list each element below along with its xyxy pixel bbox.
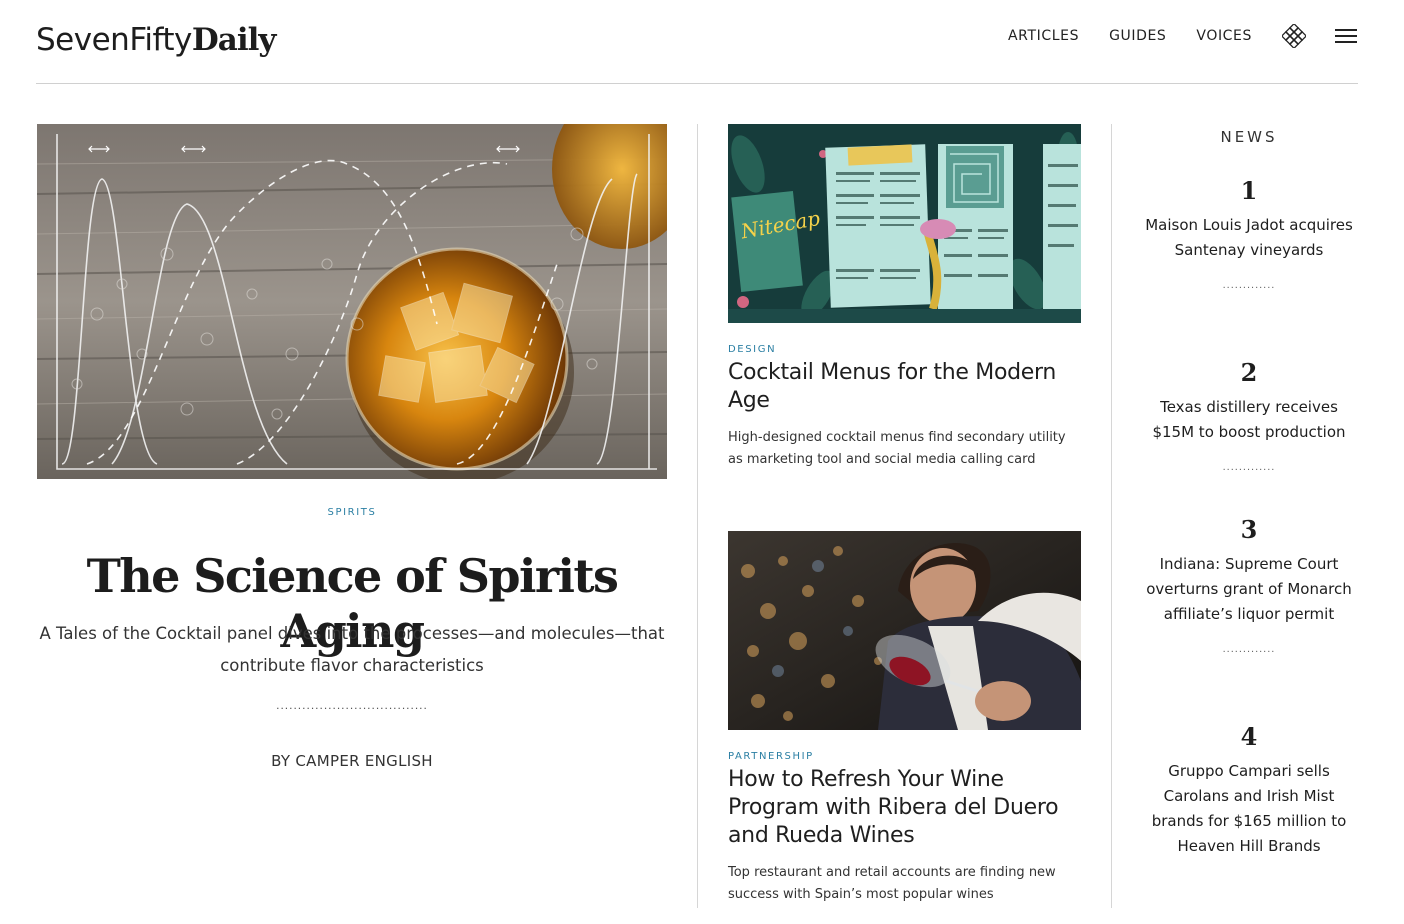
news-item[interactable]: 3 Indiana: Supreme Court overturns grant… bbox=[1141, 515, 1357, 655]
hamburger-menu-icon[interactable] bbox=[1334, 26, 1358, 46]
news-item[interactable]: 2 Texas distillery receives $15M to boos… bbox=[1141, 358, 1357, 473]
story-headline[interactable]: Cocktail Menus for the Modern Age bbox=[728, 359, 1082, 415]
feature-image-whiskey-glass[interactable] bbox=[37, 124, 667, 479]
news-headline[interactable]: Indiana: Supreme Court overturns grant o… bbox=[1141, 552, 1357, 627]
story-category[interactable]: DESIGN bbox=[728, 344, 1082, 355]
story-card[interactable]: PARTNERSHIP How to Refresh Your Wine Pro… bbox=[728, 531, 1082, 906]
story-image-sommelier-wine-glass[interactable] bbox=[728, 531, 1081, 730]
story-category[interactable]: PARTNERSHIP bbox=[728, 751, 1082, 762]
news-rank: 2 bbox=[1240, 358, 1258, 387]
news-item[interactable]: 1 Maison Louis Jadot acquires Santenay v… bbox=[1141, 176, 1357, 291]
feature-category[interactable]: SPIRITS bbox=[37, 507, 667, 518]
column-divider bbox=[697, 124, 698, 908]
news-item[interactable]: 4 Gruppo Campari sells Carolans and Iris… bbox=[1141, 722, 1357, 859]
news-headline[interactable]: Gruppo Campari sells Carolans and Irish … bbox=[1141, 759, 1357, 859]
feature-dek: A Tales of the Cocktail panel dives into… bbox=[39, 624, 665, 675]
feature-byline[interactable]: BY CAMPER ENGLISH bbox=[37, 752, 667, 770]
grid-icon[interactable] bbox=[1282, 24, 1306, 48]
news-dots-divider: ............. bbox=[1222, 279, 1276, 291]
story-headline[interactable]: How to Refresh Your Wine Program with Ri… bbox=[728, 766, 1082, 850]
nav-guides[interactable]: GUIDES bbox=[1109, 28, 1166, 44]
news-rank: 3 bbox=[1240, 515, 1258, 544]
story-image-cocktail-menu[interactable]: Nitecap bbox=[728, 124, 1081, 323]
column-divider bbox=[1111, 124, 1112, 908]
nav-articles[interactable]: ARTICLES bbox=[1008, 28, 1079, 44]
logo-bold-text: Daily bbox=[191, 22, 277, 58]
news-heading: NEWS bbox=[1220, 128, 1278, 146]
news-rank: 4 bbox=[1240, 722, 1258, 751]
news-dots-divider: ............. bbox=[1222, 461, 1276, 473]
story-card[interactable]: Nitecap DESIGN Cocktail Menus for the Mo… bbox=[728, 124, 1082, 471]
news-headline[interactable]: Maison Louis Jadot acquires Santenay vin… bbox=[1141, 213, 1357, 263]
news-headline[interactable]: Texas distillery receives $15M to boost … bbox=[1141, 395, 1357, 445]
logo-light-text: SevenFifty bbox=[36, 22, 192, 58]
news-dots-divider: ............. bbox=[1222, 643, 1276, 655]
feature-article[interactable]: SPIRITS The Science of Spirits Aging A T… bbox=[37, 124, 667, 770]
main-nav: ARTICLES GUIDES VOICES bbox=[978, 24, 1358, 48]
site-header: SevenFiftyDaily ARTICLES GUIDES VOICES bbox=[36, 0, 1358, 84]
news-sidebar: NEWS 1 Maison Louis Jadot acquires Sante… bbox=[1141, 124, 1357, 855]
news-rank: 1 bbox=[1240, 176, 1258, 205]
feature-dots-divider: ................................... bbox=[276, 698, 428, 712]
story-dek: Top restaurant and retail accounts are f… bbox=[728, 865, 1056, 902]
nav-voices[interactable]: VOICES bbox=[1196, 28, 1252, 44]
story-dek: High-designed cocktail menus find second… bbox=[728, 430, 1066, 467]
site-logo[interactable]: SevenFiftyDaily bbox=[36, 22, 277, 58]
